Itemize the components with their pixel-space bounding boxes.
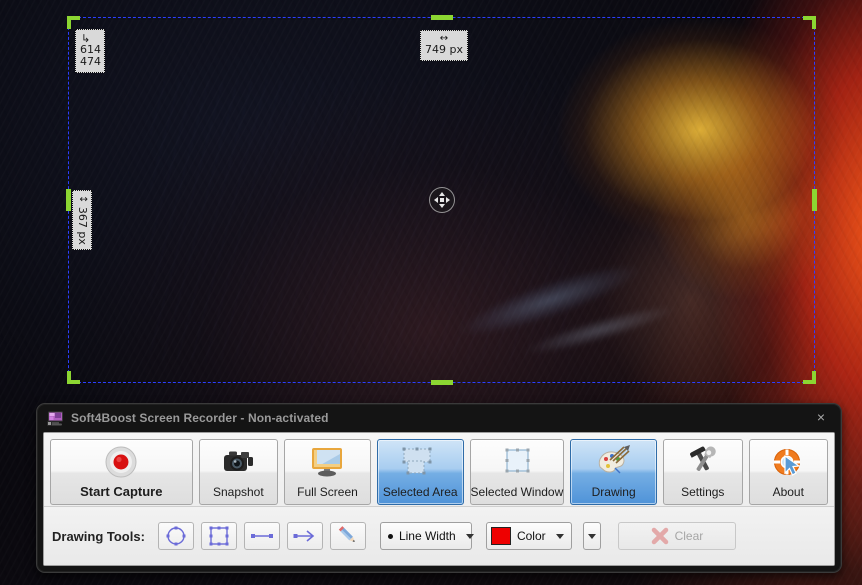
start-capture-button[interactable]: Start Capture bbox=[50, 438, 193, 505]
snapshot-label: Snapshot bbox=[212, 484, 264, 499]
arrow-icon bbox=[293, 530, 315, 542]
drawing-tools-label: Drawing Tools: bbox=[52, 528, 145, 544]
camera-icon bbox=[220, 440, 256, 485]
selected-area-label: Selected Area bbox=[382, 484, 458, 499]
clear-label: Clear bbox=[674, 529, 704, 543]
drawing-button[interactable]: Drawing bbox=[570, 438, 657, 505]
full-screen-button[interactable]: Full Screen bbox=[284, 438, 371, 505]
clear-x-icon bbox=[651, 527, 668, 545]
selected-area-icon bbox=[395, 440, 445, 485]
settings-button[interactable]: Settings bbox=[662, 438, 743, 505]
circle-icon bbox=[166, 526, 186, 546]
selected-area-button[interactable]: Selected Area bbox=[376, 438, 464, 505]
lifering-icon bbox=[770, 440, 806, 485]
palette-icon bbox=[594, 440, 634, 485]
chevron-down-icon bbox=[555, 533, 564, 539]
app-monitor-icon bbox=[47, 411, 63, 426]
snapshot-button[interactable]: Snapshot bbox=[198, 438, 279, 505]
clear-button[interactable]: Clear bbox=[617, 522, 736, 550]
selected-window-button[interactable]: Selected Window bbox=[469, 438, 565, 505]
color-label: Color bbox=[516, 529, 546, 543]
drawing-label: Drawing bbox=[591, 484, 636, 499]
wrench-hammer-icon bbox=[685, 440, 721, 485]
rectangle-icon bbox=[209, 526, 229, 546]
selected-window-icon bbox=[500, 440, 534, 485]
close-icon[interactable]: × bbox=[813, 409, 829, 425]
line-icon bbox=[250, 534, 273, 538]
main-toolbar: Start Capture Snapshot Full Screen Selec… bbox=[44, 433, 834, 507]
screen-recorder-window[interactable]: Soft4Boost Screen Recorder - Non-activat… bbox=[36, 403, 842, 573]
color-swatch bbox=[490, 527, 511, 545]
color-dropdown[interactable]: Color bbox=[485, 522, 572, 550]
line-width-dot-icon bbox=[387, 533, 393, 539]
line-width-dropdown[interactable]: Line Width bbox=[379, 522, 474, 550]
monitor-icon bbox=[308, 440, 346, 485]
window-title-bar[interactable]: Soft4Boost Screen Recorder - Non-activat… bbox=[37, 404, 841, 432]
line-width-label: Line Width bbox=[398, 529, 456, 543]
line-tool[interactable] bbox=[243, 522, 280, 550]
record-icon bbox=[104, 440, 138, 484]
chevron-down-icon bbox=[587, 533, 596, 539]
recorder-panel: Start Capture Snapshot Full Screen Selec… bbox=[43, 432, 835, 566]
rectangle-tool[interactable] bbox=[200, 522, 237, 550]
selected-window-label: Selected Window bbox=[470, 484, 564, 499]
settings-label: Settings bbox=[681, 484, 725, 499]
window-title: Soft4Boost Screen Recorder - Non-activat… bbox=[71, 411, 329, 425]
chevron-down-icon bbox=[465, 533, 474, 539]
color-more-dropdown[interactable] bbox=[582, 522, 601, 550]
wallpaper-streaks bbox=[150, 80, 570, 360]
arrow-tool[interactable] bbox=[286, 522, 323, 550]
start-capture-label: Start Capture bbox=[80, 483, 163, 499]
full-screen-label: Full Screen bbox=[297, 484, 358, 499]
about-label: About bbox=[772, 484, 804, 499]
about-button[interactable]: About bbox=[748, 438, 829, 505]
pencil-tool[interactable] bbox=[329, 522, 366, 550]
pencil-icon bbox=[338, 526, 355, 543]
ellipse-tool[interactable] bbox=[157, 522, 194, 550]
drawing-tools-bar: Drawing Tools: Line Width Color Clear bbox=[44, 507, 834, 565]
